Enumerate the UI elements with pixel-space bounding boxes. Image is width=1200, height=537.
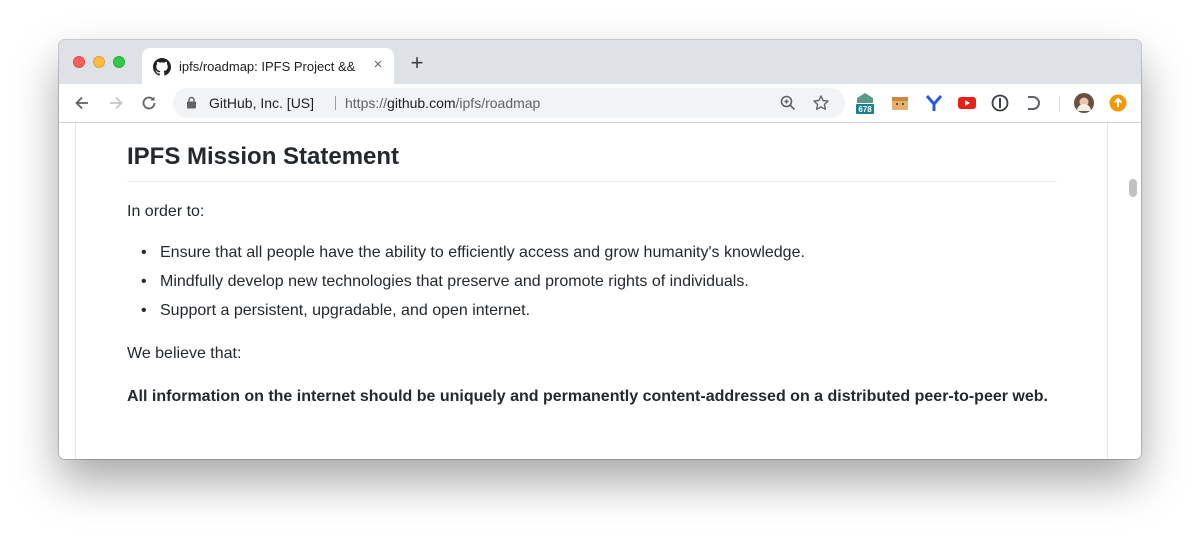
page-content: IPFS Mission Statement In order to: Ensu… — [59, 123, 1141, 459]
list-item: Mindfully develop new technologies that … — [141, 270, 805, 299]
github-icon — [153, 58, 171, 76]
scrollbar[interactable] — [1124, 123, 1141, 459]
mission-list: Ensure that all people have the ability … — [141, 241, 805, 328]
close-window-button[interactable] — [73, 56, 85, 68]
browser-window: ipfs/roadmap: IPFS Project && × + GitHub… — [59, 40, 1141, 459]
tab-strip: ipfs/roadmap: IPFS Project && × + — [59, 40, 1141, 84]
url-text: https://github.com/ipfs/roadmap — [345, 95, 540, 111]
tab-close-icon[interactable]: × — [371, 57, 385, 73]
section-heading: IPFS Mission Statement — [127, 143, 1057, 182]
scrollbar-thumb[interactable] — [1129, 179, 1137, 197]
readme-border-left — [75, 123, 76, 459]
tab-title: ipfs/roadmap: IPFS Project && — [179, 59, 356, 74]
browser-toolbar: GitHub, Inc. [US] https://github.com/ipf… — [59, 84, 1141, 123]
back-arrow-icon[interactable] — [72, 93, 92, 113]
video-extension-icon[interactable] — [957, 93, 977, 113]
address-bar[interactable]: GitHub, Inc. [US] https://github.com/ipf… — [173, 88, 845, 118]
url-prefix: https:// — [345, 95, 388, 111]
active-tab[interactable]: ipfs/roadmap: IPFS Project && × — [142, 48, 394, 84]
maximize-window-button[interactable] — [113, 56, 125, 68]
d-extension-icon[interactable] — [1024, 93, 1044, 113]
new-tab-button[interactable]: + — [407, 52, 427, 74]
minimize-window-button[interactable] — [93, 56, 105, 68]
intro-text: In order to: — [127, 203, 205, 220]
password-manager-icon[interactable] — [990, 93, 1010, 113]
list-item: Ensure that all people have the ability … — [141, 241, 805, 270]
readme-border-right — [1107, 123, 1108, 459]
lock-icon — [187, 96, 196, 109]
profile-avatar[interactable] — [1074, 93, 1094, 113]
url-host: github.com — [387, 95, 456, 111]
toolbar-divider — [1059, 96, 1060, 112]
box-extension-icon[interactable] — [890, 93, 910, 113]
forward-arrow-icon[interactable] — [106, 93, 126, 113]
y-extension-icon[interactable] — [924, 93, 944, 113]
reload-icon[interactable] — [139, 93, 159, 113]
extension-badge-count: 678 — [858, 105, 872, 114]
url-path: /ipfs/roadmap — [455, 95, 541, 111]
bookmark-star-icon[interactable] — [812, 94, 830, 112]
list-item: Support a persistent, upgradable, and op… — [141, 299, 805, 328]
address-separator — [335, 96, 336, 110]
belief-statement: All information on the internet should b… — [127, 388, 1048, 405]
update-icon[interactable] — [1108, 93, 1128, 113]
zoom-icon[interactable] — [779, 94, 797, 112]
belief-intro-text: We believe that: — [127, 345, 242, 362]
site-identity: GitHub, Inc. [US] — [209, 95, 315, 111]
